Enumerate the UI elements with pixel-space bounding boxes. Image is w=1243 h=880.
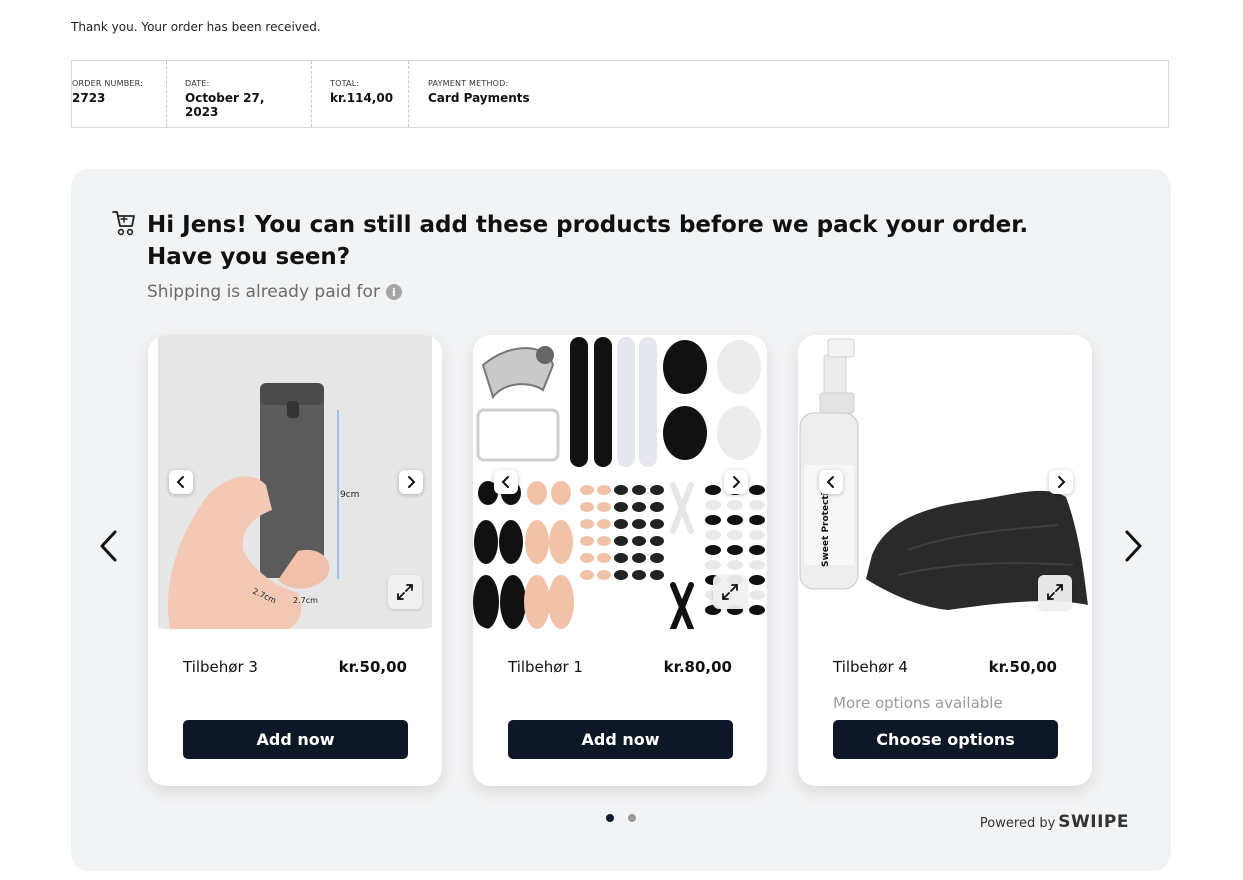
pagination-dot-1[interactable] [606,814,614,822]
product-price: kr.50,00 [338,658,407,676]
expand-icon [397,584,413,600]
order-date-label: DATE: [185,79,210,88]
swiipe-logo: SWIIPE [1058,812,1129,832]
order-date: October 27, 2023 [185,91,265,119]
carousel-next-arrow[interactable] [1121,529,1145,563]
order-summary: ORDER NUMBER: 2723 DATE: October 27, 202… [71,60,1169,128]
product-card: Tilbehør 1 kr.80,00 Add now [473,335,767,786]
powered-by: Powered by SWIIPE [980,812,1129,832]
payment-method: Card Payments [428,91,530,105]
chevron-left-icon [501,476,509,488]
order-total-label: TOTAL: [330,79,360,88]
upsell-panel: Hi Jens! You can still add these product… [71,169,1171,871]
order-total: kr.114,00 [330,91,394,105]
add-now-button[interactable]: Add now [183,720,408,759]
chevron-right-icon [408,476,416,488]
dimension-width-label: 2.7cm [293,596,318,605]
add-now-button[interactable]: Add now [508,720,733,759]
order-number: 2723 [72,91,106,105]
carousel-prev-arrow[interactable] [97,529,121,563]
dimension-height-label: 9cm [340,490,359,500]
order-number-label: ORDER NUMBER: [72,79,144,88]
product-name: Tilbehør 1 [508,658,583,676]
image-next-button[interactable] [724,470,748,494]
chevron-right-icon [1058,476,1066,488]
chevron-left-icon [176,476,184,488]
product-card: 9cm 2.7cm 2.7cm Tilbehør 3 kr.50,00 Add … [148,335,442,786]
order-number-cell: ORDER NUMBER: 2723 [72,61,167,127]
cart-icon [112,211,135,236]
upsell-headline: Hi Jens! You can still add these product… [147,212,1029,270]
shipping-note: Shipping is already paid for i [147,282,402,302]
product-card: Sweet Protection Tilbehør 4 kr.50,00 Mor… [798,335,1092,786]
image-prev-button[interactable] [494,470,518,494]
image-next-button[interactable] [1049,470,1073,494]
expand-icon [1047,584,1063,600]
info-icon[interactable]: i [385,284,402,300]
shipping-note-text: Shipping is already paid for [147,282,380,302]
more-options-note: More options available [833,694,1003,712]
product-price: kr.80,00 [663,658,732,676]
expand-image-button[interactable] [1038,575,1072,609]
expand-icon [722,584,738,600]
expand-image-button[interactable] [713,575,747,609]
powered-by-text: Powered by [979,816,1056,831]
product-name: Tilbehør 3 [183,658,258,676]
payment-method-label: PAYMENT METHOD: [428,79,509,88]
product-price: kr.50,00 [988,658,1057,676]
image-prev-button[interactable] [169,470,193,494]
image-next-button[interactable] [399,470,423,494]
payment-method-cell: PAYMENT METHOD: Card Payments [409,61,609,127]
image-prev-button[interactable] [819,470,843,494]
product-name: Tilbehør 4 [833,658,908,676]
pagination-dot-2[interactable] [628,814,636,822]
order-total-cell: TOTAL: kr.114,00 [312,61,409,127]
order-received-message: Thank you. Your order has been received. [71,20,321,34]
chevron-left-icon [826,476,834,488]
chevron-right-icon [733,476,741,488]
expand-image-button[interactable] [388,575,422,609]
carousel-pagination [606,814,636,822]
order-date-cell: DATE: October 27, 2023 [167,61,312,127]
choose-options-button[interactable]: Choose options [833,720,1058,759]
